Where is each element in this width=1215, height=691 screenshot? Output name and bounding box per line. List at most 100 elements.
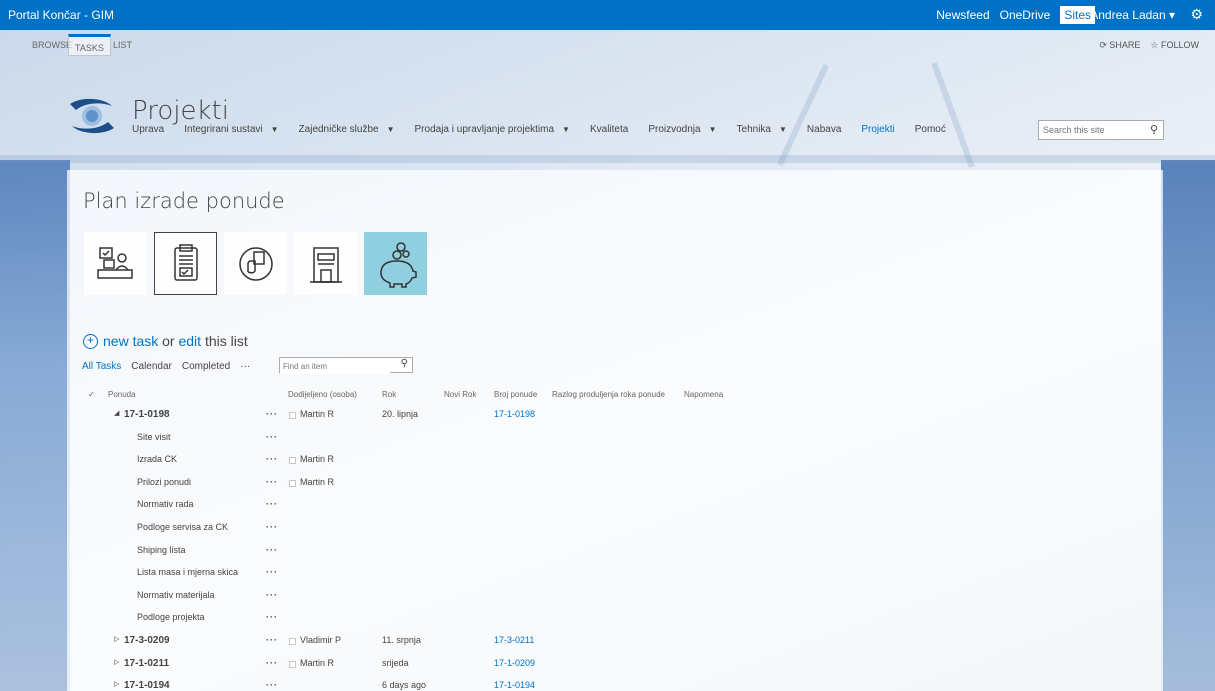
- new-task-link[interactable]: new task: [103, 333, 158, 349]
- nav-item-zajednicke-sluzbe[interactable]: Zajedničke službe ▼: [299, 124, 395, 135]
- table-row[interactable]: Normativ materijala ···: [0, 590, 1215, 612]
- item-menu-button[interactable]: ···: [266, 477, 278, 487]
- item-menu-button[interactable]: ···: [266, 432, 278, 442]
- view-all-tasks[interactable]: All Tasks: [82, 361, 121, 372]
- assigned-person[interactable]: Vladimir P: [300, 635, 341, 645]
- assigned-person[interactable]: Martin R: [300, 477, 334, 487]
- item-menu-button[interactable]: ···: [266, 612, 278, 622]
- task-title[interactable]: Podloge servisa za CK: [137, 522, 228, 532]
- completed-checkbox[interactable]: [289, 457, 296, 464]
- table-row[interactable]: ▷ 17-3-0209 ··· Vladimir P 11. srpnja 17-3-02…: [0, 635, 1215, 657]
- table-row[interactable]: ▷ 17-1-0211 ··· Martin R srijeda 17-1-0209: [0, 658, 1215, 680]
- expand-toggle-icon[interactable]: ▷: [114, 658, 119, 666]
- table-row[interactable]: Prilozi ponudi ··· Martin R: [0, 477, 1215, 499]
- table-row[interactable]: Lista masa i mjerna skica ···: [0, 567, 1215, 589]
- table-row[interactable]: Podloge servisa za CK ···: [0, 522, 1215, 544]
- view-calendar[interactable]: Calendar: [131, 361, 172, 372]
- completed-checkbox[interactable]: [289, 412, 296, 419]
- search-icon[interactable]: ⚲: [401, 358, 408, 369]
- offer-number-link[interactable]: 17-3-0211: [494, 635, 534, 645]
- nav-item-prodaja[interactable]: Prodaja i upravljanje projektima ▼: [415, 124, 570, 135]
- task-title[interactable]: Podloge projekta: [137, 612, 205, 622]
- table-row[interactable]: ▷ 17-1-0194 ··· 6 days ago 17-1-0194: [0, 680, 1215, 691]
- nav-item-tehnika[interactable]: Tehnika ▼: [737, 124, 787, 135]
- view-completed[interactable]: Completed: [182, 361, 230, 372]
- add-circle-icon[interactable]: +: [83, 333, 98, 349]
- nav-item-integrirani-sustavi[interactable]: Integrirani sustavi ▼: [184, 124, 278, 135]
- task-title[interactable]: Lista masa i mjerna skica: [137, 567, 238, 577]
- nav-item-nabava[interactable]: Nabava: [807, 124, 841, 135]
- assigned-person[interactable]: Martin R: [300, 409, 334, 419]
- expand-toggle-icon[interactable]: ▷: [114, 680, 119, 688]
- column-razlog[interactable]: Razlog produljenja roka ponude: [552, 390, 665, 399]
- group-title[interactable]: 17-1-0211: [124, 658, 169, 669]
- assigned-person[interactable]: Martin R: [300, 658, 334, 668]
- expand-toggle-icon[interactable]: ◢: [114, 409, 119, 417]
- offer-number-link[interactable]: 17-1-0198: [494, 409, 535, 419]
- item-menu-button[interactable]: ···: [266, 658, 278, 668]
- site-logo[interactable]: [62, 94, 122, 138]
- search-icon[interactable]: ⚲: [1150, 123, 1158, 136]
- item-menu-button[interactable]: ···: [266, 590, 278, 600]
- offer-number-link[interactable]: 17-1-0209: [494, 658, 535, 668]
- task-title[interactable]: Site visit: [137, 432, 171, 442]
- nav-item-pomoc[interactable]: Pomoć: [915, 124, 946, 135]
- item-menu-button[interactable]: ···: [266, 567, 278, 577]
- site-title[interactable]: Projekti: [132, 96, 229, 126]
- nav-item-projekti[interactable]: Projekti: [861, 124, 894, 135]
- clipboard-icon[interactable]: [154, 232, 217, 295]
- piggy-bank-icon[interactable]: [364, 232, 427, 295]
- tab-tasks[interactable]: TASKS: [68, 34, 111, 56]
- column-novi-rok[interactable]: Novi Rok: [444, 390, 476, 399]
- nav-item-kvaliteta[interactable]: Kvaliteta: [590, 124, 628, 135]
- item-menu-button[interactable]: ···: [266, 499, 278, 509]
- table-row[interactable]: Izrada CK ··· Martin R: [0, 454, 1215, 476]
- newsfeed-link[interactable]: Newsfeed: [936, 8, 989, 24]
- follow-button[interactable]: ☆ FOLLOW: [1150, 40, 1199, 51]
- building-icon[interactable]: [294, 232, 357, 295]
- item-menu-button[interactable]: ···: [266, 522, 278, 532]
- hand-document-icon[interactable]: [224, 232, 287, 295]
- nav-item-uprava[interactable]: Uprava: [132, 124, 164, 135]
- offer-number-link[interactable]: 17-1-0194: [494, 680, 535, 690]
- more-views-button[interactable]: ···: [240, 361, 250, 372]
- find-item-input[interactable]: [280, 359, 390, 374]
- share-button[interactable]: ⟳ SHARE: [1099, 40, 1140, 51]
- select-all-check[interactable]: ✓: [88, 390, 95, 399]
- column-broj-ponude[interactable]: Broj ponude: [494, 390, 537, 399]
- group-title[interactable]: 17-1-0194: [124, 680, 170, 691]
- completed-checkbox[interactable]: [289, 638, 296, 645]
- onedrive-link[interactable]: OneDrive: [1000, 8, 1051, 24]
- task-title[interactable]: Normativ materijala: [137, 590, 215, 600]
- nav-item-proizvodnja[interactable]: Proizvodnja ▼: [648, 124, 716, 135]
- completed-checkbox[interactable]: [289, 480, 296, 487]
- site-search-input[interactable]: [1039, 121, 1139, 139]
- item-menu-button[interactable]: ···: [266, 409, 278, 419]
- task-title[interactable]: Prilozi ponudi: [137, 477, 191, 487]
- item-menu-button[interactable]: ···: [266, 635, 278, 645]
- completed-checkbox[interactable]: [289, 661, 296, 668]
- task-title[interactable]: Izrada CK: [137, 454, 177, 464]
- tab-list[interactable]: LIST: [107, 34, 138, 56]
- group-title[interactable]: 17-3-0209: [124, 635, 170, 646]
- group-title[interactable]: 17-1-0198: [124, 409, 170, 420]
- assigned-person[interactable]: Martin R: [300, 454, 334, 464]
- table-row[interactable]: Podloge projekta ···: [0, 612, 1215, 634]
- expand-toggle-icon[interactable]: ▷: [114, 635, 119, 643]
- item-menu-button[interactable]: ···: [266, 545, 278, 555]
- person-desk-icon[interactable]: [84, 232, 147, 295]
- task-title[interactable]: Shiping lista: [137, 545, 186, 555]
- portal-brand-link[interactable]: Portal Končar - GIM: [8, 8, 114, 22]
- user-menu[interactable]: Andrea Ladan ▾: [1090, 8, 1175, 22]
- table-row[interactable]: ◢ 17-1-0198 ··· Martin R 20. lipnja 17-1-0198: [0, 409, 1215, 431]
- column-ponuda[interactable]: Ponuda: [108, 390, 136, 399]
- edit-list-link[interactable]: edit: [178, 333, 201, 349]
- table-row[interactable]: Shiping lista ···: [0, 545, 1215, 567]
- column-dodijeljeno[interactable]: Dodijeljeno (osoba): [288, 390, 357, 399]
- column-rok[interactable]: Rok: [382, 390, 396, 399]
- gear-icon[interactable]: ⚙: [1190, 6, 1203, 23]
- table-row[interactable]: Site visit ···: [0, 432, 1215, 454]
- column-napomena[interactable]: Napomena: [684, 390, 723, 399]
- item-menu-button[interactable]: ···: [266, 680, 278, 690]
- task-title[interactable]: Normativ rada: [137, 499, 194, 509]
